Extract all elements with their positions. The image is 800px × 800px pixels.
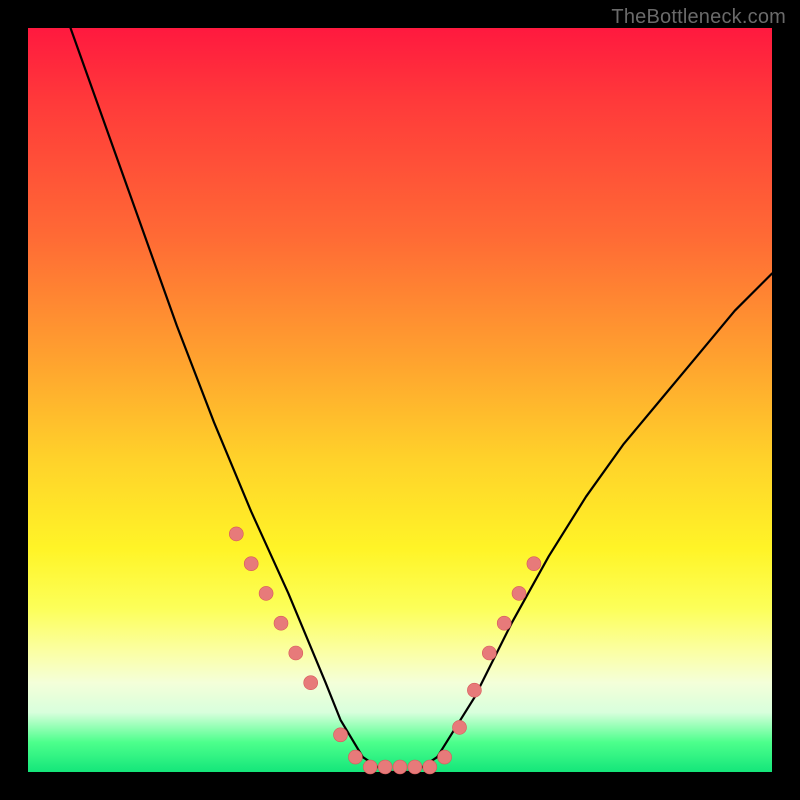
curve-marker xyxy=(467,683,481,697)
curve-marker xyxy=(527,557,541,571)
curve-marker xyxy=(378,760,392,774)
curve-marker xyxy=(453,720,467,734)
curve-marker xyxy=(259,586,273,600)
curve-marker xyxy=(393,760,407,774)
watermark-label: TheBottleneck.com xyxy=(611,6,786,29)
curve-marker xyxy=(512,586,526,600)
curve-marker xyxy=(408,760,422,774)
curve-marker xyxy=(244,557,258,571)
curve-marker xyxy=(497,616,511,630)
curve-marker xyxy=(304,676,318,690)
chart-frame: TheBottleneck.com xyxy=(0,0,800,800)
curve-marker xyxy=(423,760,437,774)
curve-marker xyxy=(438,750,452,764)
curve-marker xyxy=(348,750,362,764)
plot-area xyxy=(28,28,772,772)
curve-marker xyxy=(274,616,288,630)
bottleneck-curve xyxy=(28,0,772,772)
curve-marker xyxy=(363,760,377,774)
curve-marker xyxy=(334,728,348,742)
curve-marker xyxy=(482,646,496,660)
curve-marker xyxy=(289,646,303,660)
curve-marker xyxy=(229,527,243,541)
chart-svg xyxy=(28,28,772,772)
